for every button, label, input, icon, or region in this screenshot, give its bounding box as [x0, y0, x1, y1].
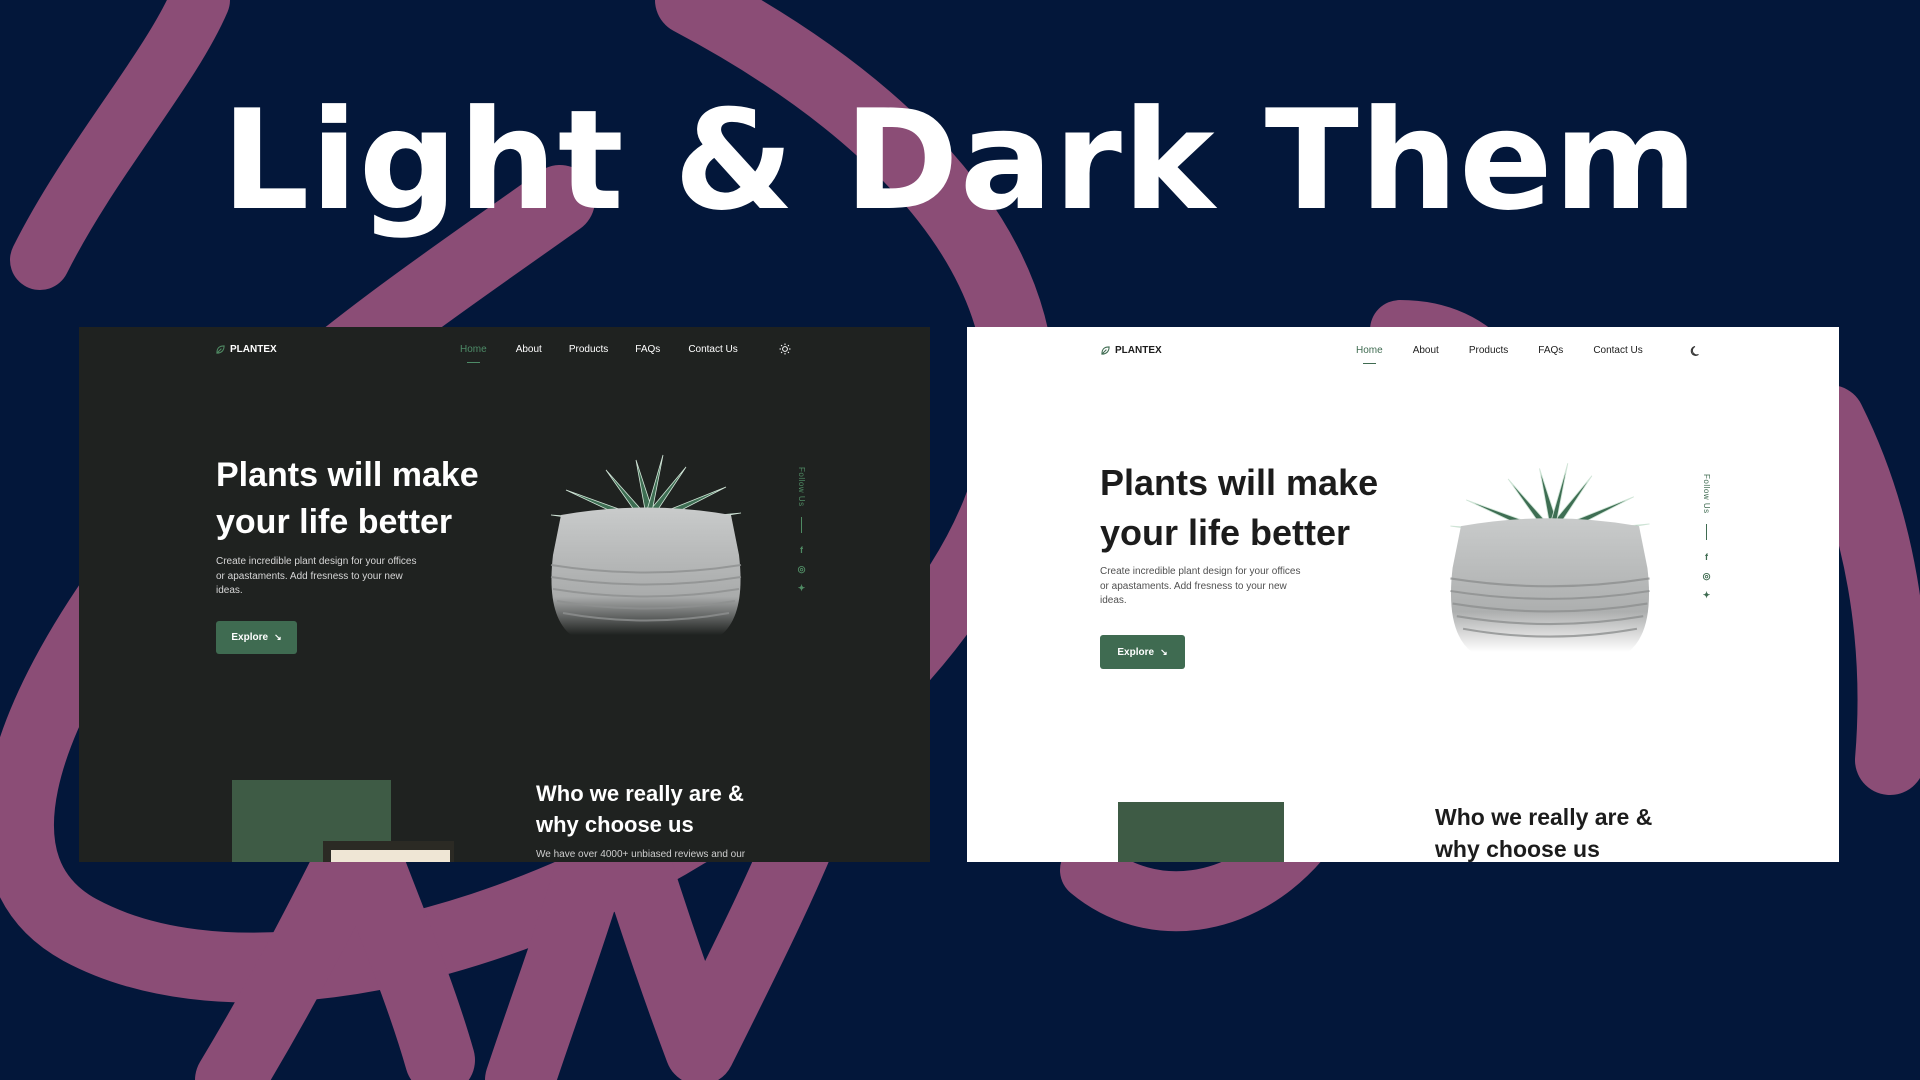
moon-icon[interactable]: [1690, 345, 1702, 357]
divider: [1706, 523, 1707, 540]
nav-menu: Home About Products FAQs Contact Us: [460, 344, 738, 363]
twitter-icon[interactable]: ✦: [798, 579, 806, 598]
hero-description: Create incredible plant design for your …: [216, 556, 417, 596]
nav-menu: Home About Products FAQs Contact Us: [1356, 345, 1643, 364]
leaf-icon: [1101, 346, 1110, 355]
instagram-icon[interactable]: ◎: [798, 560, 806, 579]
twitter-icon[interactable]: ✦: [1703, 586, 1711, 605]
nav-faqs[interactable]: FAQs: [635, 344, 660, 355]
arrow-down-right-icon: ↘: [274, 632, 282, 642]
dark-theme-preview: PLANTEX Home About Products FAQs Contact…: [79, 327, 930, 862]
divider: [801, 516, 802, 533]
follow-us-label: Follow Us: [1702, 474, 1711, 514]
about-title: Who we really are & why choose us: [1435, 804, 1653, 862]
navbar: PLANTEX Home About Products FAQs Contact…: [967, 327, 1839, 369]
nav-about[interactable]: About: [516, 344, 542, 355]
hero-title: Plants will make your life better: [1100, 462, 1379, 553]
navbar: PLANTEX Home About Products FAQs Contact…: [79, 327, 930, 369]
nav-contact[interactable]: Contact Us: [688, 344, 737, 355]
follow-us-bar: Follow Us f ◎ ✦: [797, 467, 806, 598]
hero-description: Create incredible plant design for your …: [1100, 566, 1301, 606]
follow-us-label: Follow Us: [797, 467, 806, 507]
brand-name: PLANTEX: [1115, 345, 1162, 356]
nav-faqs[interactable]: FAQs: [1538, 345, 1563, 356]
nav-home[interactable]: Home: [1356, 345, 1383, 364]
follow-us-bar: Follow Us f ◎ ✦: [1702, 474, 1711, 605]
about-text: We have over 4000+ unbiased reviews and …: [536, 849, 746, 860]
brand-logo[interactable]: PLANTEX: [1101, 345, 1162, 356]
instagram-icon[interactable]: ◎: [1703, 567, 1711, 586]
page-headline: Light & Dark Them: [221, 80, 1699, 241]
about-image-photo: [323, 841, 454, 862]
nav-contact[interactable]: Contact Us: [1593, 345, 1642, 356]
nav-about[interactable]: About: [1413, 345, 1439, 356]
plant-image: [1450, 463, 1650, 652]
plant-image: [550, 454, 742, 635]
about-image-green: [1118, 802, 1284, 862]
sun-icon[interactable]: [779, 343, 791, 355]
leaf-icon: [216, 345, 225, 354]
explore-button[interactable]: Explore ↘: [1100, 635, 1185, 669]
brand-name: PLANTEX: [230, 344, 277, 355]
brand-logo[interactable]: PLANTEX: [216, 344, 277, 355]
about-title: Who we really are & why choose us: [536, 781, 744, 837]
hero-title: Plants will make your life better: [216, 456, 479, 541]
arrow-down-right-icon: ↘: [1160, 646, 1168, 657]
nav-products[interactable]: Products: [569, 344, 608, 355]
explore-button[interactable]: Explore ↘: [216, 621, 297, 654]
nav-products[interactable]: Products: [1469, 345, 1508, 356]
facebook-icon[interactable]: f: [800, 541, 803, 560]
light-theme-preview: PLANTEX Home About Products FAQs Contact…: [967, 327, 1839, 862]
facebook-icon[interactable]: f: [1705, 548, 1708, 567]
nav-home[interactable]: Home: [460, 344, 487, 363]
